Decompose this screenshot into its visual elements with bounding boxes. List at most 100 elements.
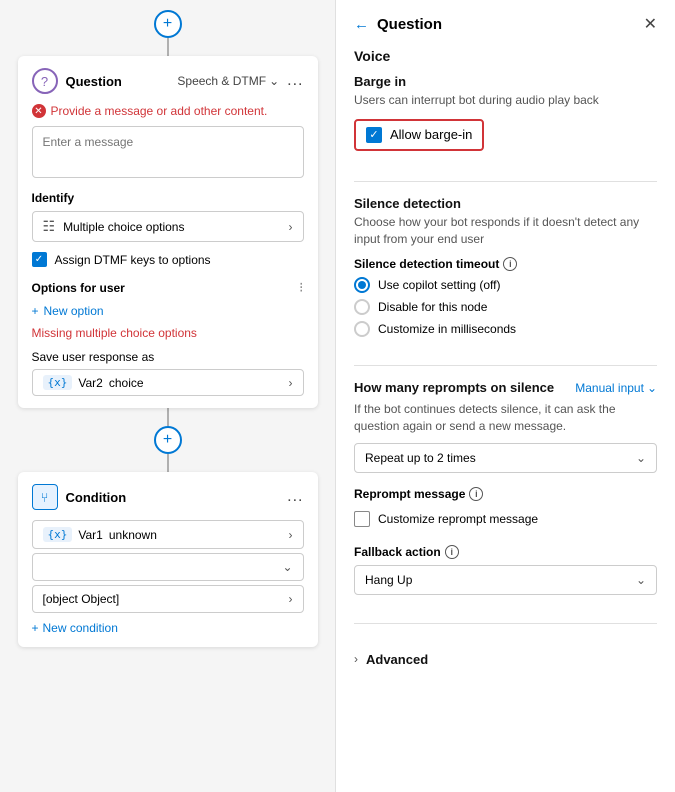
question-icon: ? [32, 68, 58, 94]
condition-card: ⑂ Condition ... {x} Var1 unknown › [18, 472, 318, 647]
new-option-button[interactable]: + New option [32, 300, 104, 322]
reprompt-title: How many reprompts on silence [354, 380, 554, 395]
save-response-label: Save user response as [32, 350, 304, 364]
radio-disable[interactable]: Disable for this node [354, 299, 657, 315]
customize-reprompt-label: Customize reprompt message [378, 512, 538, 526]
condition-header: ⑂ Condition ... [32, 484, 304, 510]
barge-in-title: Barge in [354, 74, 657, 89]
condition-rows: {x} Var1 unknown › ⌄ [object Object] [32, 520, 304, 613]
back-button[interactable]: ← [354, 16, 369, 33]
assign-dtmf-row[interactable]: ✓ Assign DTMF keys to options [32, 248, 304, 271]
var-chevron-right-icon: › [289, 376, 293, 390]
condition-row-2[interactable]: ⌄ [32, 553, 304, 581]
fallback-value: Hang Up [365, 573, 412, 587]
radio-copilot-inner [358, 281, 366, 289]
right-panel: ← Question ✕ Voice Barge in Users can in… [335, 0, 675, 792]
condition-menu-button[interactable]: ... [287, 488, 303, 506]
voice-section-title: Voice [354, 48, 657, 64]
cond-row3-label: [object Object] [43, 592, 120, 606]
condition-row-1[interactable]: {x} Var1 unknown › [32, 520, 304, 549]
grid-icon: ☷ [43, 218, 56, 235]
chevron-right-icon: › [289, 220, 293, 234]
var-value: choice [109, 376, 144, 390]
chevron-down-manual-icon: ⌄ [647, 381, 657, 395]
manual-input-link[interactable]: Manual input ⌄ [575, 381, 657, 395]
fallback-info-icon[interactable]: i [445, 545, 459, 559]
message-input[interactable] [32, 126, 304, 178]
timeout-info-icon[interactable]: i [503, 257, 517, 271]
fallback-chevron-down-icon: ⌄ [636, 573, 646, 587]
chevron-down-icon: ⌄ [269, 74, 279, 88]
condition-icon: ⑂ [32, 484, 58, 510]
connector3 [167, 454, 169, 472]
assign-dtmf-checkbox[interactable]: ✓ [32, 252, 47, 267]
allow-barge-in-checkbox[interactable]: ✓ [366, 127, 382, 143]
repeat-chevron-down-icon: ⌄ [636, 451, 646, 465]
plus-icon-middle: + [163, 431, 172, 449]
radio-copilot[interactable]: Use copilot setting (off) [354, 277, 657, 293]
add-top-button[interactable]: + [154, 10, 182, 38]
question-card: ? Question Speech & DTMF ⌄ ... ✕ Provide… [18, 56, 318, 408]
radio-disable-button[interactable] [354, 299, 370, 315]
connector2 [167, 408, 169, 426]
fallback-dropdown[interactable]: Hang Up ⌄ [354, 565, 657, 595]
reprompt-desc: If the bot continues detects silence, it… [354, 401, 657, 435]
options-header: Options for user ⁝ [32, 279, 304, 296]
identify-label: Identify [32, 191, 304, 205]
customize-reprompt-row[interactable]: Customize reprompt message [354, 507, 657, 531]
reprompt-header: How many reprompts on silence Manual inp… [354, 380, 657, 395]
cond-var-value: unknown [109, 528, 157, 542]
plus-icon: + [163, 15, 172, 33]
customize-reprompt-checkbox[interactable] [354, 511, 370, 527]
options-label: Options for user [32, 281, 125, 295]
barge-in-desc: Users can interrupt bot during audio pla… [354, 92, 657, 109]
fallback-label: Fallback action i [354, 545, 657, 559]
repeat-label: Repeat up to 2 times [365, 451, 476, 465]
radio-disable-label: Disable for this node [378, 300, 487, 314]
multiple-choice-option[interactable]: ☷ Multiple choice options › [32, 211, 304, 242]
panel-header: ← Question ✕ [354, 14, 657, 34]
timeout-label: Silence detection timeout i [354, 257, 657, 271]
drag-icon: ⁝ [299, 279, 303, 296]
cond-chevron-right-icon: › [289, 528, 293, 542]
card-menu-button[interactable]: ... [287, 72, 303, 90]
cond-var-badge: {x} [43, 527, 73, 542]
add-middle-button[interactable]: + [154, 426, 182, 454]
silence-radio-group: Use copilot setting (off) Disable for th… [354, 277, 657, 337]
advanced-chevron-right-icon: › [354, 652, 358, 666]
var-badge: {x} [43, 375, 73, 390]
advanced-row[interactable]: › Advanced [354, 646, 657, 673]
plus-icon-new-option: + [32, 304, 39, 318]
card-header: ? Question Speech & DTMF ⌄ ... [32, 68, 304, 94]
plus-icon-cond: + [32, 621, 39, 635]
silence-detection-title: Silence detection [354, 196, 657, 211]
barge-in-section: Barge in Users can interrupt bot during … [354, 74, 657, 167]
speech-dtmf-subtitle[interactable]: Speech & DTMF ⌄ [177, 74, 279, 88]
radio-customize-button[interactable] [354, 321, 370, 337]
radio-customize-label: Customize in milliseconds [378, 322, 516, 336]
connector [167, 38, 169, 56]
cond-var-name: Var1 [78, 528, 102, 542]
panel-title: Question [377, 16, 442, 33]
reprompts-section: How many reprompts on silence Manual inp… [354, 380, 657, 609]
silence-detection-section: Silence detection Choose how your bot re… [354, 196, 657, 352]
radio-copilot-button[interactable] [354, 277, 370, 293]
divider2 [354, 365, 657, 366]
divider1 [354, 181, 657, 182]
radio-customize[interactable]: Customize in milliseconds [354, 321, 657, 337]
panel-header-left: ← Question [354, 16, 442, 33]
cond-row3-chevron-icon: › [289, 592, 293, 606]
left-panel: + ? Question Speech & DTMF ⌄ ... ✕ Provi… [0, 0, 335, 792]
new-condition-link[interactable]: + New condition [32, 621, 304, 635]
card-title: Question [66, 74, 170, 89]
allow-barge-in-box[interactable]: ✓ Allow barge-in [354, 119, 484, 151]
var-name: Var2 [78, 376, 102, 390]
close-button[interactable]: ✕ [644, 14, 657, 34]
radio-copilot-label: Use copilot setting (off) [378, 278, 501, 292]
reprompt-msg-info-icon[interactable]: i [469, 487, 483, 501]
advanced-label: Advanced [366, 652, 428, 667]
repeat-dropdown[interactable]: Repeat up to 2 times ⌄ [354, 443, 657, 473]
var-row[interactable]: {x} Var2 choice › [32, 369, 304, 396]
condition-row-3[interactable]: [object Object] › [32, 585, 304, 613]
cond-chevron-down-icon: ⌄ [282, 560, 292, 574]
